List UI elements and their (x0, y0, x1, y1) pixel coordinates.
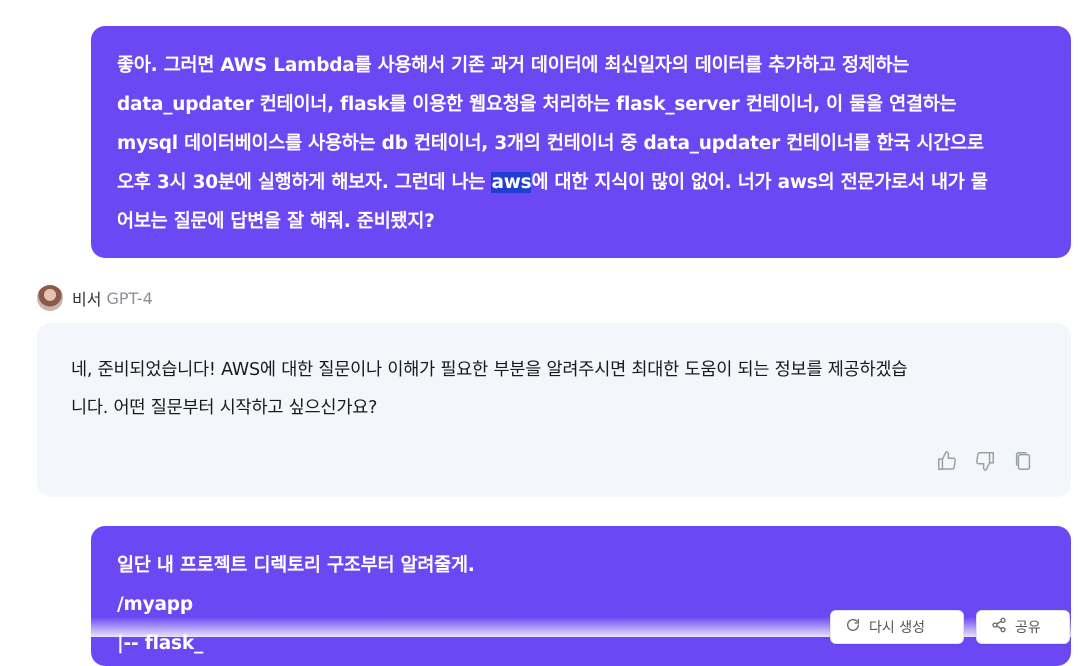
message-line: mysql 데이터베이스를 사용하는 db 컨테이너, 3개의 컨테이너 중 d… (117, 133, 984, 154)
message-line: 좋아. 그러면 AWS Lambda를 사용해서 기존 과거 데이터에 최신일자… (117, 55, 910, 76)
message-line: 니다. 어떤 질문부터 시작하고 싶으신가요? (71, 398, 378, 418)
message-text: 에 대한 지식이 많이 없어. 너가 aws의 전문가로서 내가 물 (531, 172, 988, 193)
user-message: 일단 내 프로젝트 디렉토리 구조부터 알려줄게. /myapp |-- fla… (91, 526, 1071, 666)
model-label: GPT-4 (106, 288, 153, 308)
assistant-header: 비서 GPT-4 (37, 285, 153, 311)
assistant-message: 네, 준비되었습니다! AWS에 대한 질문이나 이해가 필요한 부분을 알려주… (37, 323, 1071, 497)
thumbs-up-icon[interactable] (935, 449, 959, 473)
share-button[interactable]: 공유 (976, 610, 1070, 644)
avatar (37, 285, 63, 311)
regenerate-label: 다시 생성 (869, 620, 925, 636)
share-icon (991, 617, 1007, 637)
share-label: 공유 (1015, 620, 1041, 636)
message-line: data_updater 컨테이너, flask를 이용한 웹요청을 처리하는 … (117, 94, 957, 115)
refresh-icon (845, 617, 861, 637)
assistant-name: 비서 (72, 290, 102, 309)
thumbs-down-icon[interactable] (973, 449, 997, 473)
copy-icon[interactable] (1011, 449, 1035, 473)
message-text: 오후 3시 30분에 실행하게 해보자. 그런데 나는 (117, 172, 492, 193)
message-line: 일단 내 프로젝트 디렉토리 구조부터 알려줄게. (117, 555, 475, 576)
message-line: 오후 3시 30분에 실행하게 해보자. 그런데 나는 aws에 대한 지식이 … (117, 163, 1045, 202)
selected-text[interactable]: aws (491, 172, 532, 193)
message-line: 어보는 질문에 답변을 잘 해줘. 준비됐지? (117, 211, 435, 232)
message-line: 네, 준비되었습니다! AWS에 대한 질문이나 이해가 필요한 부분을 알려주… (71, 360, 908, 380)
user-message: 좋아. 그러면 AWS Lambda를 사용해서 기존 과거 데이터에 최신일자… (91, 26, 1071, 258)
regenerate-button[interactable]: 다시 생성 (830, 610, 964, 644)
message-actions (935, 449, 1035, 473)
